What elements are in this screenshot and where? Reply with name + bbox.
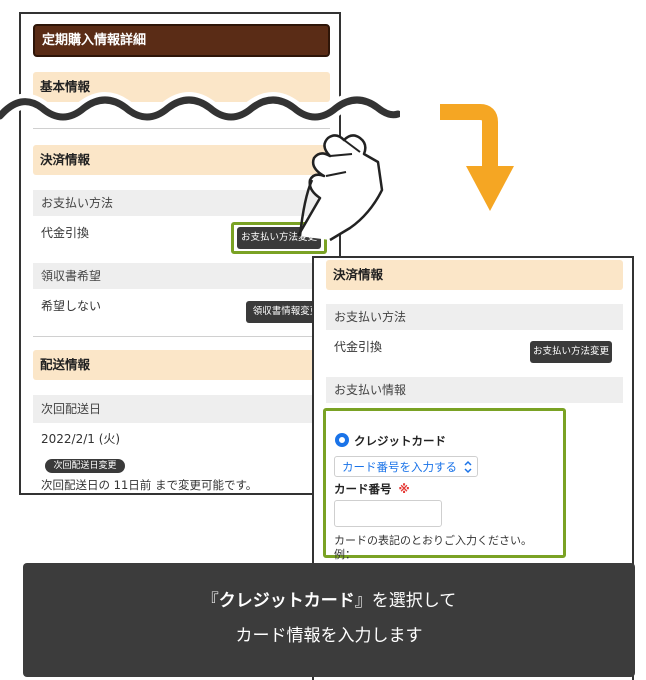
turn-down-arrow-icon (440, 104, 514, 211)
required-mark: ※ (398, 482, 410, 496)
instruction-line-2: カード情報を入力します (235, 626, 423, 646)
change-next-date-button[interactable]: 次回配送日変更 (45, 459, 125, 473)
card-select-value: カード番号を入力する (342, 460, 457, 474)
payment-method-label: お支払い方法 (326, 304, 623, 330)
section-payment-info: 決済情報 (33, 145, 330, 175)
example-label: 例： (334, 548, 356, 561)
instruction-line-1: 『クレジットカード』を選択して (23, 588, 635, 614)
card-number-label-text: カード番号 (334, 482, 392, 496)
quote-close: 』 (354, 591, 372, 611)
section-shipping-info: 配送情報 (33, 350, 330, 380)
payment-info-label: お支払い情報 (326, 377, 623, 403)
credit-card-option-label[interactable]: クレジットカード (354, 433, 446, 449)
receipt-value: 希望しない (41, 299, 102, 313)
instruction-banner: 『クレジットカード』を選択して カード情報を入力します (23, 563, 635, 677)
card-hint: カードの表記のとおりご入力ください。 (334, 534, 532, 547)
select-chevron-icon (463, 459, 473, 478)
next-date-value: 2022/2/1 (火) (41, 432, 121, 446)
card-select[interactable]: カード番号を入力する (334, 456, 478, 477)
credit-card-radio[interactable] (335, 433, 349, 447)
screen-before: 定期購入情報詳細 基本情報 決済情報 お支払い方法 代金引換 お支払い方法変更 … (19, 12, 341, 495)
payment-method-value: 代金引換 (334, 340, 383, 354)
instruction-line-1-rest: を選択して (371, 591, 457, 611)
card-number-label: カード番号 ※ (334, 481, 410, 497)
next-date-label: 次回配送日 (33, 395, 330, 423)
section-payment-info: 決済情報 (326, 260, 623, 290)
change-payment-method-button[interactable]: お支払い方法変更 (530, 341, 612, 363)
instruction-emphasis: クレジットカード (218, 591, 355, 611)
card-number-input[interactable] (334, 500, 442, 527)
divider (33, 336, 330, 337)
payment-method-value: 代金引換 (41, 226, 90, 240)
quote-open: 『 (201, 591, 219, 611)
change-deadline-note: 次回配送日の 11日前 まで変更可能です。 (41, 478, 258, 492)
page-title: 定期購入情報詳細 (33, 24, 330, 57)
receipt-label: 領収書希望 (33, 263, 330, 289)
payment-method-label: お支払い方法 (33, 190, 330, 216)
pointing-hand-icon (296, 134, 384, 242)
